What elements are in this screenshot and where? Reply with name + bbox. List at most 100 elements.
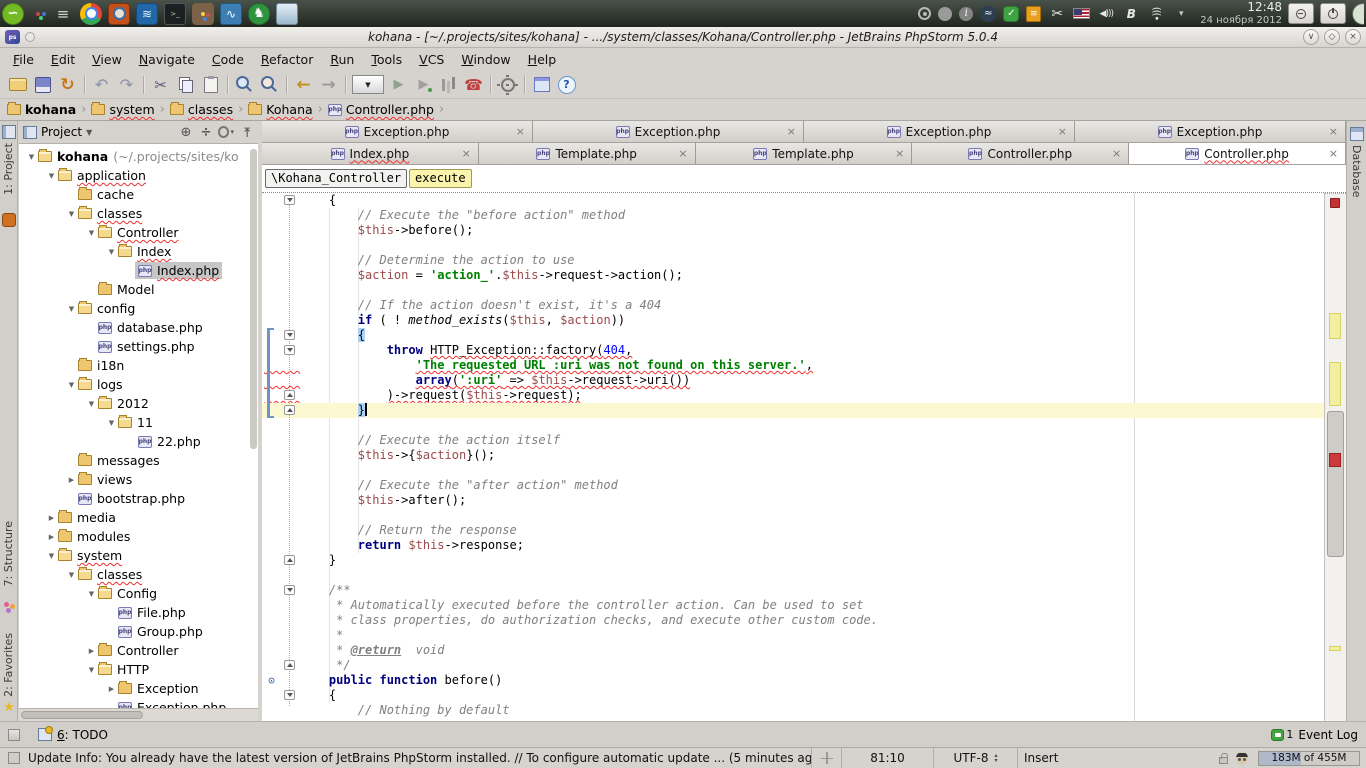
favorites-star-icon[interactable] — [2, 701, 16, 715]
code-line[interactable]: { — [262, 688, 1324, 703]
save-all-button[interactable] — [30, 73, 55, 97]
code-line[interactable]: $action = 'action_'.$this->request->acti… — [262, 268, 1324, 283]
tree-row[interactable]: ▶media — [19, 508, 258, 527]
tool-window-toggle-icon[interactable] — [8, 729, 20, 741]
fold-end-icon[interactable] — [284, 555, 295, 565]
editor-breadcrumb-chip[interactable]: execute — [409, 169, 472, 188]
tree-row[interactable]: 22.php — [19, 432, 258, 451]
scrollbar-thumb[interactable] — [21, 711, 143, 719]
tree-row[interactable]: ▼config — [19, 299, 258, 318]
redo-button[interactable] — [114, 73, 139, 97]
code-line[interactable]: } — [262, 553, 1324, 568]
tree-expand-arrow[interactable]: ▼ — [85, 666, 98, 674]
debug-button[interactable] — [411, 73, 436, 97]
tree-row[interactable]: settings.php — [19, 337, 258, 356]
menu-help[interactable]: Help — [520, 50, 565, 69]
code-line[interactable]: throw HTTP_Exception::factory(404, — [262, 343, 1324, 358]
code-line[interactable]: public function before() — [262, 673, 1324, 688]
database-tool-icon[interactable] — [1350, 127, 1364, 141]
settings-button[interactable] — [495, 73, 520, 97]
collapse-all-button[interactable] — [198, 124, 214, 140]
tree-expand-arrow[interactable]: ▼ — [65, 210, 78, 218]
code-line[interactable]: if ( ! method_exists($this, $action)) — [262, 313, 1324, 328]
close-tab-icon[interactable]: × — [1329, 147, 1338, 160]
caret-icon[interactable] — [1172, 5, 1190, 23]
undo-button[interactable] — [89, 73, 114, 97]
editor-tab[interactable]: Exception.php× — [804, 121, 1075, 142]
code-line[interactable]: // Execute the "after action" method — [262, 478, 1324, 493]
code-line[interactable]: * class properties, do authorization che… — [262, 613, 1324, 628]
warning-stripe-mark[interactable] — [1329, 362, 1341, 406]
code-line[interactable]: */ — [262, 658, 1324, 673]
bluetooth-icon[interactable] — [1122, 5, 1140, 23]
wifi-icon[interactable] — [1147, 5, 1165, 23]
lock-cell[interactable] — [1215, 748, 1232, 768]
menu-navigate[interactable]: Navigate — [131, 50, 203, 69]
breadcrumb-system[interactable]: system — [91, 102, 154, 117]
tree-expand-arrow[interactable]: ▼ — [85, 400, 98, 408]
maximize-window-button[interactable]: ◇ — [1324, 29, 1340, 45]
editor-breadcrumb-chip[interactable]: \Kohana_Controller — [265, 169, 407, 188]
opensuse-icon[interactable] — [2, 3, 24, 25]
tree-row[interactable]: i18n — [19, 356, 258, 375]
tree-expand-arrow[interactable]: ▼ — [85, 590, 98, 598]
menu-code[interactable]: Code — [204, 50, 252, 69]
tree-row[interactable]: database.php — [19, 318, 258, 337]
current-code-line[interactable]: } — [262, 403, 1324, 418]
caret-position-cell[interactable]: 81:10 — [841, 748, 933, 768]
warning-stripe-mark[interactable] — [1329, 646, 1341, 651]
back-button[interactable] — [291, 73, 316, 97]
leave-session-button[interactable] — [1288, 3, 1314, 24]
hide-panel-button[interactable] — [238, 124, 254, 140]
wireshark-icon[interactable] — [136, 3, 158, 25]
tree-expand-arrow[interactable]: ▶ — [85, 647, 98, 655]
fold-end-icon[interactable] — [284, 660, 295, 670]
breadcrumb-classes[interactable]: classes — [170, 102, 233, 117]
override-method-gutter-icon[interactable]: ⊙ — [266, 675, 277, 686]
fold-collapse-icon[interactable] — [284, 330, 295, 340]
menu-tools[interactable]: Tools — [363, 50, 410, 69]
tree-expand-arrow[interactable]: ▼ — [105, 248, 118, 256]
tree-expand-arrow[interactable]: ▼ — [25, 153, 38, 161]
menu-run[interactable]: Run — [322, 50, 362, 69]
keyboard-flag-us-icon[interactable] — [1073, 8, 1090, 19]
code-line[interactable] — [262, 508, 1324, 523]
code-line[interactable]: array(':uri' => $this->request->uri()) — [262, 373, 1324, 388]
tree-row[interactable]: ▼system — [19, 546, 258, 565]
insert-mode-cell[interactable]: Insert — [1017, 748, 1107, 768]
tree-expand-arrow[interactable]: ▼ — [65, 571, 78, 579]
chevron-down-icon[interactable]: ▼ — [86, 128, 92, 137]
run-button[interactable] — [386, 73, 411, 97]
menu-refactor[interactable]: Refactor — [253, 50, 321, 69]
encoding-cell[interactable]: UTF-8▴▾ — [933, 748, 1017, 768]
editor-tab[interactable]: Exception.php× — [533, 121, 804, 142]
terminal-icon[interactable] — [164, 3, 186, 25]
fold-end-icon[interactable] — [284, 405, 295, 415]
fold-collapse-icon[interactable] — [284, 585, 295, 595]
chrome-icon[interactable] — [80, 3, 102, 25]
tree-row[interactable]: ▼Controller — [19, 223, 258, 242]
close-tab-icon[interactable]: × — [1329, 125, 1338, 138]
memory-indicator[interactable]: 183M of 455M — [1258, 751, 1360, 766]
structure-tool-icon[interactable] — [2, 599, 16, 613]
tree-row[interactable]: ▼Config — [19, 584, 258, 603]
tree-expand-arrow[interactable]: ▶ — [65, 476, 78, 484]
tool-stripe-database[interactable]: Database — [1350, 145, 1363, 198]
code-line[interactable]: // Execute the "before action" method — [262, 208, 1324, 223]
tree-expand-arrow[interactable]: ▶ — [45, 533, 58, 541]
todo-tool-button[interactable]: 6: TODO — [57, 728, 108, 742]
copy-button[interactable] — [173, 73, 198, 97]
tool-stripe-project[interactable]: 1: Project — [2, 143, 15, 195]
session-icon[interactable] — [938, 7, 952, 21]
code-line[interactable]: * Automatically executed before the cont… — [262, 598, 1324, 613]
menu-window[interactable]: Window — [453, 50, 518, 69]
tree-row[interactable]: messages — [19, 451, 258, 470]
shade-window-button[interactable]: ∨ — [1303, 29, 1319, 45]
code-line[interactable] — [262, 418, 1324, 433]
code-line[interactable]: * @return void — [262, 643, 1324, 658]
window-list-icon[interactable] — [52, 3, 74, 25]
tree-row[interactable]: Group.php — [19, 622, 258, 641]
window-menu-button[interactable] — [25, 32, 35, 42]
disconnect-button[interactable] — [461, 73, 486, 97]
tree-row[interactable]: ▼kohana (~/.projects/sites/ko — [19, 147, 258, 166]
